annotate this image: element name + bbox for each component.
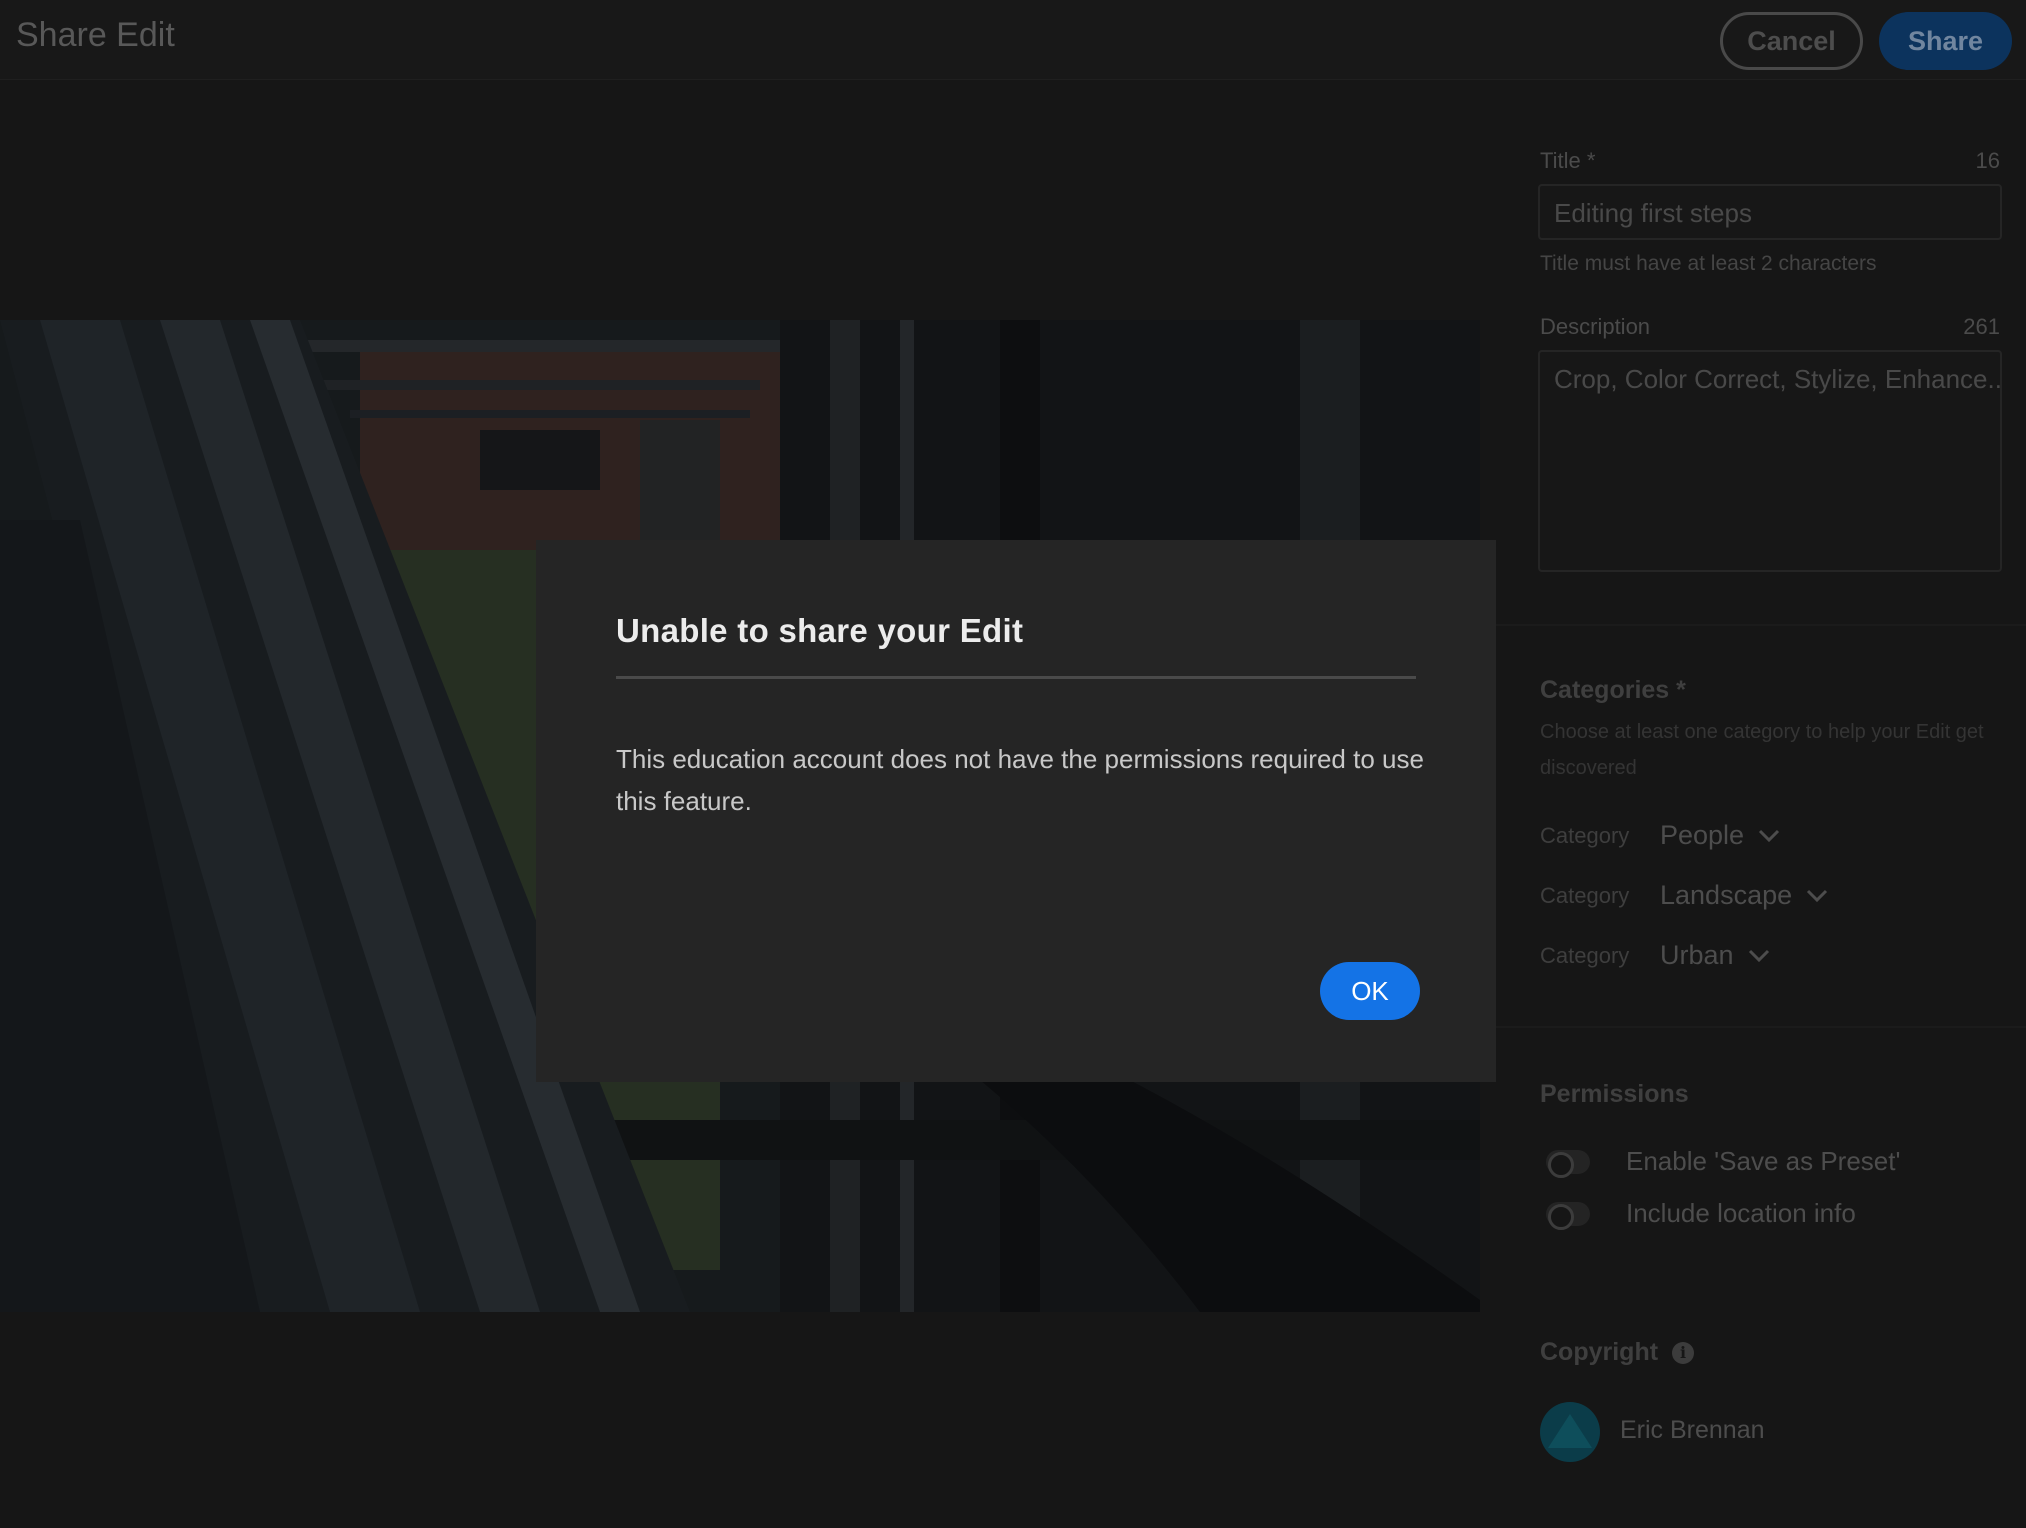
share-edit-screen: Share Edit Cancel Share Title * 16 Editi…: [0, 0, 2026, 1528]
dialog-message: This education account does not have the…: [616, 744, 1424, 816]
error-dialog: Unable to share your Edit This education…: [536, 540, 1496, 1082]
ok-button[interactable]: OK: [1320, 962, 1420, 1020]
dialog-title: Unable to share your Edit: [616, 612, 1024, 649]
dialog-divider: [616, 676, 1416, 679]
